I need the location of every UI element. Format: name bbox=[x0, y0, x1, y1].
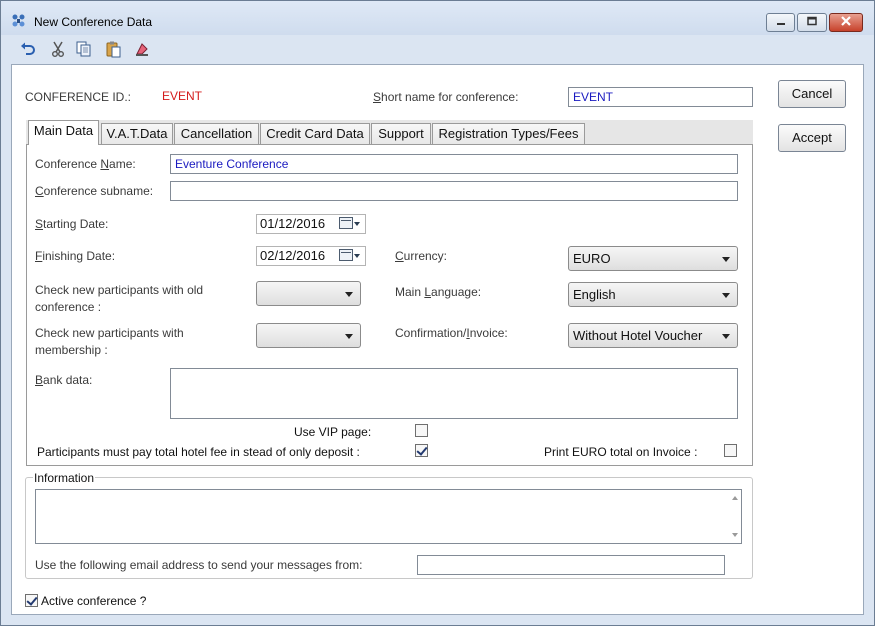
check-old-conference-label-2: conference : bbox=[35, 300, 102, 314]
undo-icon[interactable] bbox=[19, 40, 37, 58]
conference-id-label: CONFERENCE ID.: bbox=[25, 90, 132, 104]
window-title: New Conference Data bbox=[34, 15, 153, 29]
tab-credit-card-data[interactable]: Credit Card Data bbox=[260, 123, 370, 144]
toolbar bbox=[11, 38, 871, 60]
calendar-icon[interactable] bbox=[339, 249, 353, 261]
currency-select[interactable]: EURO bbox=[568, 246, 738, 271]
close-button[interactable] bbox=[829, 13, 863, 32]
finishing-date-value: 02/12/2016 bbox=[260, 248, 326, 263]
main-language-value: English bbox=[573, 287, 616, 302]
tab-strip: Main Data V.A.T.Data Cancellation Credit… bbox=[26, 120, 753, 145]
main-language-select[interactable]: English bbox=[568, 282, 738, 307]
scroll-up-icon[interactable] bbox=[732, 496, 738, 500]
email-label: Use the following email address to send … bbox=[35, 558, 363, 572]
email-input[interactable] bbox=[417, 555, 725, 575]
chevron-down-icon bbox=[345, 292, 353, 297]
confirmation-invoice-select[interactable]: Without Hotel Voucher bbox=[568, 323, 738, 348]
short-name-label: Short name for conference: bbox=[373, 90, 519, 104]
print-euro-checkbox[interactable] bbox=[724, 444, 737, 457]
tab-cancellation[interactable]: Cancellation bbox=[174, 123, 259, 144]
check-membership-select[interactable] bbox=[256, 323, 361, 348]
chevron-down-icon bbox=[722, 257, 730, 262]
chevron-down-icon[interactable] bbox=[354, 254, 360, 258]
chevron-down-icon bbox=[722, 293, 730, 298]
short-name-input[interactable]: EVENT bbox=[568, 87, 753, 107]
cancel-button[interactable]: Cancel bbox=[778, 80, 846, 108]
active-conference-label: Active conference ? bbox=[41, 594, 147, 608]
print-euro-label: Print EURO total on Invoice : bbox=[544, 445, 698, 459]
use-vip-label: Use VIP page: bbox=[294, 425, 372, 439]
use-vip-checkbox[interactable] bbox=[415, 424, 428, 437]
information-group-label: Information bbox=[33, 471, 96, 485]
chevron-down-icon[interactable] bbox=[354, 222, 360, 226]
active-conference-checkbox[interactable] bbox=[25, 594, 38, 607]
starting-date-value: 01/12/2016 bbox=[260, 216, 326, 231]
starting-date-label: Starting Date: bbox=[35, 217, 109, 231]
maximize-icon bbox=[807, 16, 817, 26]
maximize-button[interactable] bbox=[797, 13, 827, 32]
finishing-date-input[interactable]: 02/12/2016 bbox=[256, 246, 366, 266]
conference-name-label: Conference Name: bbox=[35, 157, 136, 171]
confirmation-invoice-value: Without Hotel Voucher bbox=[573, 328, 703, 343]
cut-icon[interactable] bbox=[49, 40, 67, 58]
pay-total-checkbox[interactable] bbox=[415, 444, 428, 457]
chevron-down-icon bbox=[345, 334, 353, 339]
check-old-conference-label: Check new participants with old bbox=[35, 283, 204, 297]
confirmation-invoice-label: Confirmation/Invoice: bbox=[395, 326, 508, 340]
conference-subname-label: Conference subname: bbox=[35, 184, 154, 198]
tab-registration-types-fees[interactable]: Registration Types/Fees bbox=[432, 123, 585, 144]
app-icon bbox=[11, 14, 27, 28]
title-bar[interactable]: New Conference Data bbox=[1, 1, 874, 35]
copy-icon[interactable] bbox=[75, 40, 93, 58]
conference-subname-input[interactable] bbox=[170, 181, 738, 201]
starting-date-input[interactable]: 01/12/2016 bbox=[256, 214, 366, 234]
conference-id-value: EVENT bbox=[162, 89, 203, 103]
clear-icon[interactable] bbox=[133, 40, 151, 58]
currency-value: EURO bbox=[573, 251, 611, 266]
check-old-conference-select[interactable] bbox=[256, 281, 361, 306]
bank-data-label: Bank data: bbox=[35, 373, 93, 387]
information-memo[interactable] bbox=[35, 489, 742, 544]
tab-vat-data[interactable]: V.A.T.Data bbox=[101, 123, 173, 144]
bank-data-input[interactable] bbox=[170, 368, 738, 419]
accept-button[interactable]: Accept bbox=[778, 124, 846, 152]
pay-total-label: Participants must pay total hotel fee in… bbox=[37, 445, 360, 459]
tab-main-data[interactable]: Main Data bbox=[28, 120, 99, 145]
minimize-icon bbox=[776, 23, 785, 25]
dialog-window: New Conference Data CONFERENCE ID.: EVEN… bbox=[0, 0, 875, 626]
close-icon bbox=[841, 16, 851, 26]
conference-name-input[interactable]: Eventure Conference bbox=[170, 154, 738, 174]
main-language-label: Main Language: bbox=[395, 285, 482, 299]
check-membership-label-2: membership : bbox=[35, 343, 108, 357]
calendar-icon[interactable] bbox=[339, 217, 353, 229]
tab-support[interactable]: Support bbox=[371, 123, 431, 144]
finishing-date-label: Finishing Date: bbox=[35, 249, 116, 263]
currency-label: Currency: bbox=[395, 249, 448, 263]
minimize-button[interactable] bbox=[766, 13, 795, 32]
check-membership-label: Check new participants with bbox=[35, 326, 184, 340]
chevron-down-icon bbox=[722, 334, 730, 339]
paste-icon[interactable] bbox=[105, 40, 123, 58]
scroll-down-icon[interactable] bbox=[732, 533, 738, 537]
